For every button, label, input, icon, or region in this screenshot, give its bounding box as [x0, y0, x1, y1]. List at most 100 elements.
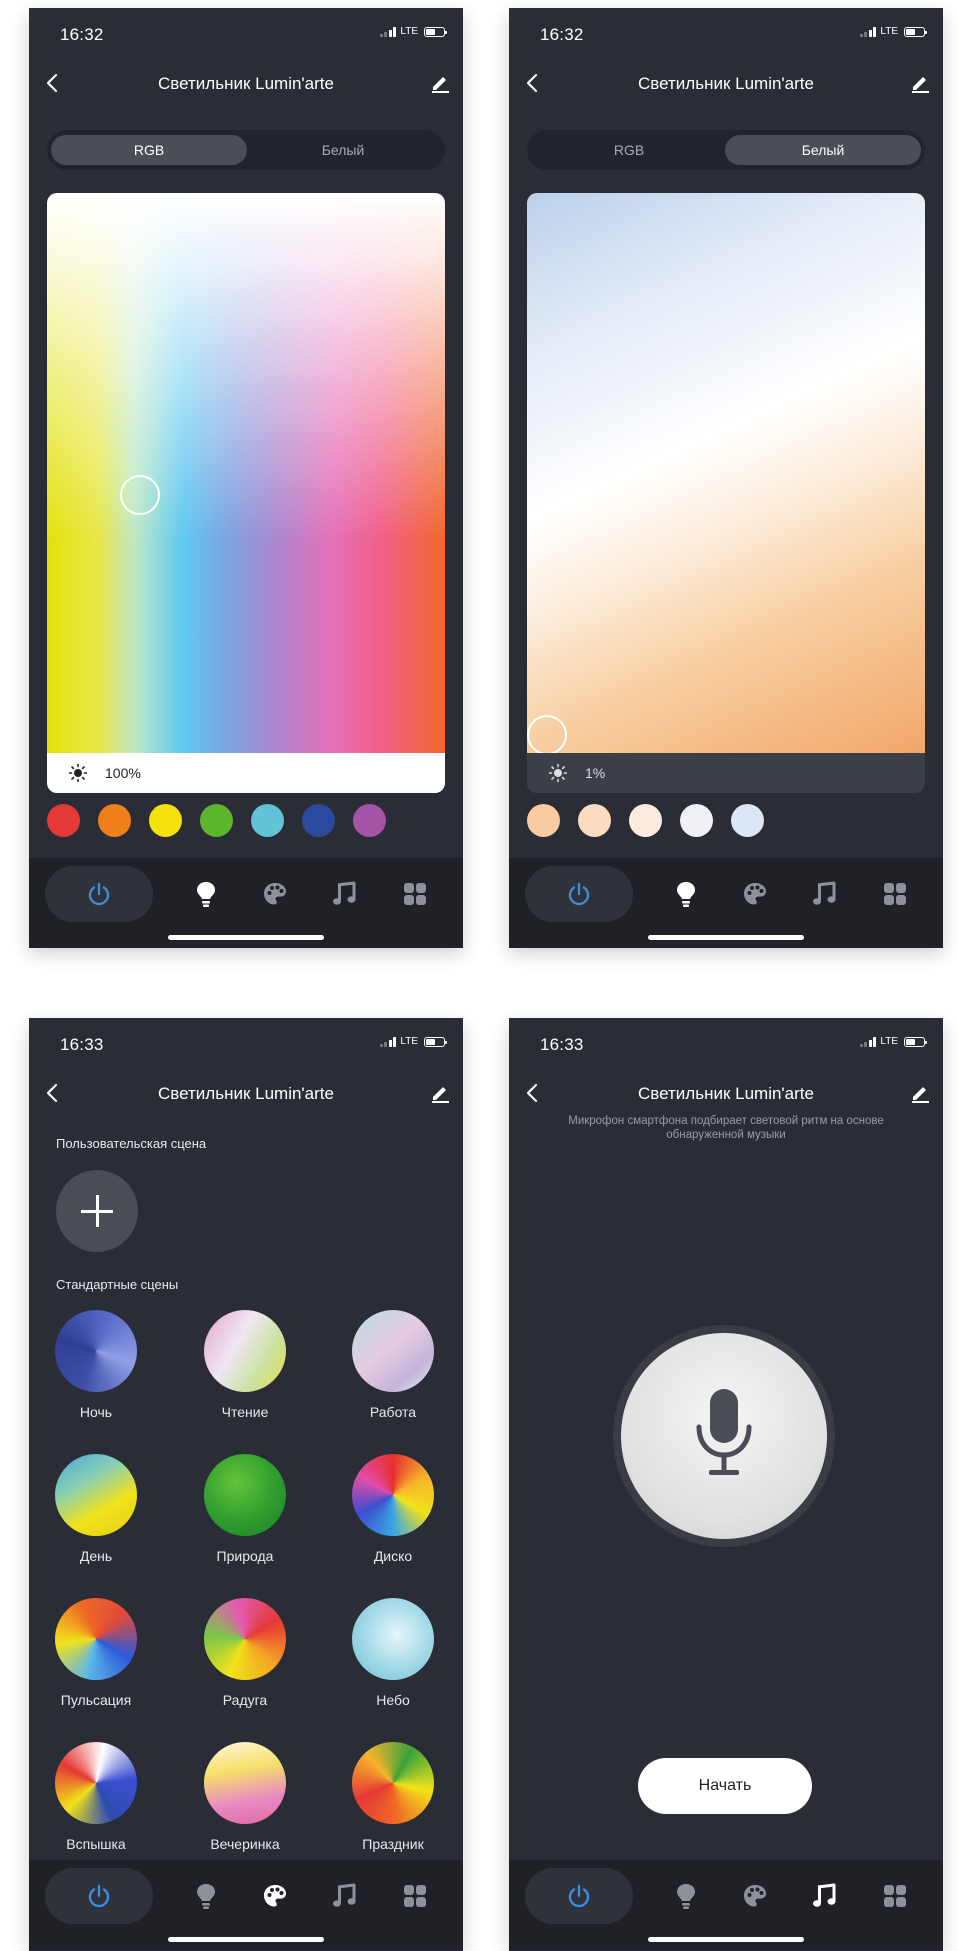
- scene-disco[interactable]: Диско: [338, 1454, 448, 1564]
- scene-work[interactable]: Работа: [338, 1310, 448, 1420]
- tab-bulb[interactable]: [184, 874, 228, 914]
- swatch-red[interactable]: [47, 804, 80, 837]
- start-button[interactable]: Начать: [638, 1758, 812, 1814]
- edit-icon[interactable]: [429, 72, 451, 94]
- scene-reading[interactable]: Чтение: [190, 1310, 300, 1420]
- scene-label: Диско: [373, 1548, 413, 1564]
- signal-icon: [859, 26, 877, 37]
- scene-nature[interactable]: Природа: [190, 1454, 300, 1564]
- power-icon: [88, 1884, 110, 1908]
- scene-sky[interactable]: Небо: [338, 1598, 448, 1708]
- color-picker-handle[interactable]: [120, 475, 160, 515]
- power-button[interactable]: [525, 1868, 633, 1924]
- swatch-cyan[interactable]: [251, 804, 284, 837]
- tab-bulb[interactable]: [664, 1876, 708, 1916]
- tab-palette[interactable]: [253, 874, 297, 914]
- network-label: LTE: [880, 1036, 898, 1047]
- scene-night-preview: [55, 1310, 137, 1392]
- scene-flash[interactable]: Вспышка: [41, 1742, 151, 1852]
- scene-label: Небо: [376, 1692, 410, 1708]
- screen-white: 16:32 LTE Светильник Lumin'arte RGB Белы…: [509, 8, 943, 948]
- brightness-slider[interactable]: 100%: [47, 753, 445, 793]
- status-bar: 16:33 LTE: [29, 1018, 463, 1070]
- music-icon: [813, 881, 836, 905]
- edit-icon[interactable]: [909, 72, 931, 94]
- tab-bulb[interactable]: [664, 874, 708, 914]
- tab-grid[interactable]: [393, 1876, 437, 1916]
- scene-rainbow[interactable]: Радуга: [190, 1598, 300, 1708]
- scene-label: Природа: [216, 1548, 274, 1564]
- scene-nature-preview: [204, 1454, 286, 1536]
- swatch-neutral[interactable]: [629, 804, 662, 837]
- swatch-purple[interactable]: [353, 804, 386, 837]
- scene-label: Радуга: [222, 1692, 268, 1708]
- brightness-value: 1%: [585, 765, 606, 781]
- page-title: Светильник Lumin'arte: [638, 1084, 814, 1103]
- scene-rainbow-preview: [204, 1598, 286, 1680]
- tab-music[interactable]: [803, 874, 847, 914]
- tab-white[interactable]: Белый: [245, 135, 441, 165]
- scene-party[interactable]: Вечеринка: [190, 1742, 300, 1852]
- scene-night[interactable]: Ночь: [41, 1310, 151, 1420]
- color-picker[interactable]: [47, 193, 445, 753]
- add-scene-button[interactable]: [56, 1170, 138, 1252]
- swatch-blue[interactable]: [302, 804, 335, 837]
- swatch-warm-2[interactable]: [578, 804, 611, 837]
- tab-grid[interactable]: [393, 874, 437, 914]
- scene-label: Вспышка: [66, 1836, 126, 1852]
- tab-music[interactable]: [803, 1876, 847, 1916]
- tab-palette[interactable]: [733, 1876, 777, 1916]
- white-temperature-picker[interactable]: [527, 193, 925, 753]
- tab-grid[interactable]: [873, 874, 917, 914]
- power-icon: [568, 882, 590, 906]
- mode-toggle: RGB Белый: [527, 130, 925, 170]
- home-indicator: [168, 935, 324, 940]
- music-icon: [813, 1883, 836, 1907]
- battery-icon: [904, 26, 927, 37]
- bulb-icon: [677, 882, 695, 907]
- swatch-orange[interactable]: [98, 804, 131, 837]
- bulb-icon: [197, 882, 215, 907]
- power-button[interactable]: [45, 1868, 153, 1924]
- edit-icon[interactable]: [429, 1082, 451, 1104]
- signal-icon: [379, 26, 397, 37]
- swatch-cool-2[interactable]: [731, 804, 764, 837]
- power-button[interactable]: [525, 866, 633, 922]
- scene-day[interactable]: День: [41, 1454, 151, 1564]
- tab-white[interactable]: Белый: [725, 135, 921, 165]
- tab-music[interactable]: [323, 1876, 367, 1916]
- temperature-picker-handle[interactable]: [527, 715, 567, 753]
- signal-icon: [379, 1036, 397, 1047]
- bulb-icon: [677, 1884, 695, 1909]
- grid-icon: [884, 1885, 906, 1907]
- scene-flash-preview: [55, 1742, 137, 1824]
- nav-bar: Светильник Lumin'arte: [509, 60, 943, 108]
- brightness-slider[interactable]: 1%: [527, 753, 925, 793]
- microphone-button[interactable]: [621, 1333, 827, 1539]
- tab-bulb[interactable]: [184, 1876, 228, 1916]
- scene-pulse[interactable]: Пульсация: [41, 1598, 151, 1708]
- swatch-warm-1[interactable]: [527, 804, 560, 837]
- tab-rgb[interactable]: RGB: [51, 135, 247, 165]
- network-label: LTE: [400, 26, 418, 37]
- tab-palette[interactable]: [253, 1876, 297, 1916]
- brightness-icon: [549, 764, 567, 782]
- tab-grid[interactable]: [873, 1876, 917, 1916]
- swatch-yellow[interactable]: [149, 804, 182, 837]
- scene-holiday[interactable]: Праздник: [338, 1742, 448, 1852]
- swatch-cool-1[interactable]: [680, 804, 713, 837]
- scene-holiday-preview: [352, 1742, 434, 1824]
- brightness-value: 100%: [105, 765, 141, 781]
- music-icon: [333, 881, 356, 905]
- network-label: LTE: [880, 26, 898, 37]
- page-title: Светильник Lumin'arte: [638, 74, 814, 93]
- home-indicator: [648, 935, 804, 940]
- tab-music[interactable]: [323, 874, 367, 914]
- tab-palette[interactable]: [733, 874, 777, 914]
- edit-icon[interactable]: [909, 1082, 931, 1104]
- tab-rgb[interactable]: RGB: [531, 135, 727, 165]
- mode-toggle: RGB Белый: [47, 130, 445, 170]
- swatch-green[interactable]: [200, 804, 233, 837]
- power-button[interactable]: [45, 866, 153, 922]
- status-time: 16:32: [540, 25, 584, 44]
